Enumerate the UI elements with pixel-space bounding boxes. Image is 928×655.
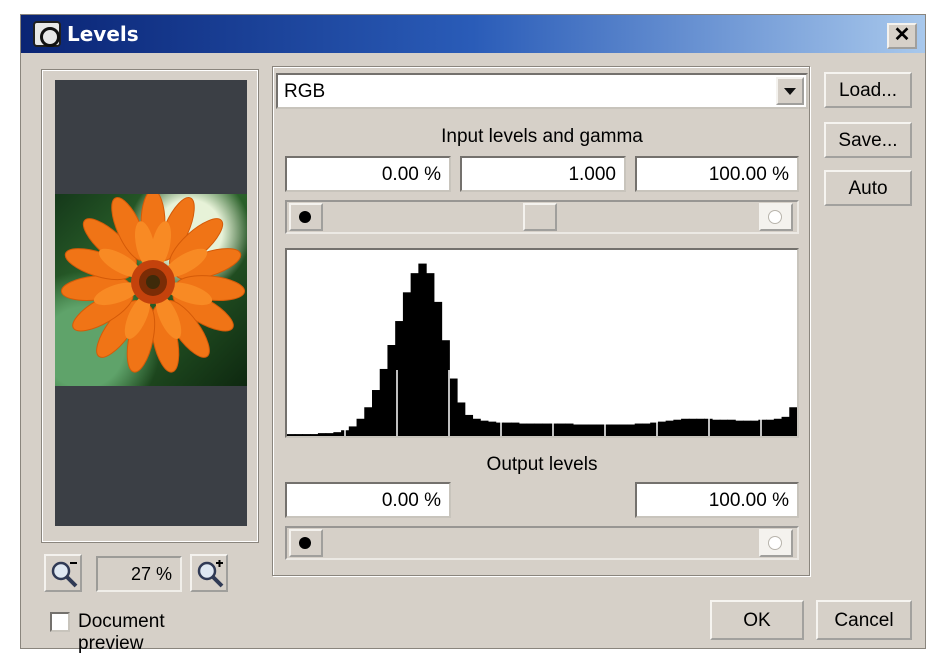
channel-select-value: RGB (284, 81, 326, 102)
input-gamma-field[interactable]: 1.000 (460, 156, 626, 192)
histogram-bin (565, 423, 574, 436)
histogram-bin (379, 368, 389, 436)
histogram-bin (325, 433, 334, 436)
preview-area (55, 80, 247, 526)
histogram-bin (750, 420, 759, 436)
output-black-handle[interactable] (289, 529, 323, 557)
histogram-bin (727, 419, 736, 436)
preview-image (55, 194, 247, 386)
histogram-bin (696, 418, 705, 436)
preview-frame (41, 69, 259, 543)
histogram-bin (542, 423, 551, 436)
save-button[interactable]: Save... (824, 122, 912, 158)
histogram-bin (789, 407, 797, 436)
cancel-button[interactable]: Cancel (816, 600, 912, 640)
input-levels-slider[interactable] (285, 200, 799, 234)
histogram-bin (472, 418, 481, 436)
output-levels-slider[interactable] (285, 526, 799, 560)
histogram-bin (317, 433, 327, 436)
histogram-bin (549, 423, 559, 436)
histogram-bin (588, 424, 597, 436)
histogram-bin (657, 421, 667, 436)
auto-button[interactable]: Auto (824, 170, 912, 206)
title-bar[interactable]: Levels ✕ (21, 15, 925, 53)
histogram-bin (634, 423, 644, 436)
output-black-field[interactable]: 0.00 % (285, 482, 451, 518)
zoom-out-icon (51, 561, 78, 588)
histogram-bin (611, 424, 620, 436)
histogram-bin (333, 432, 342, 436)
histogram-bin (526, 423, 535, 436)
histogram-bin (773, 418, 783, 436)
histogram-bin (673, 419, 682, 436)
load-button[interactable]: Load... (824, 72, 912, 108)
histogram (285, 248, 799, 438)
ok-button[interactable]: OK (710, 600, 804, 640)
histogram-bin (487, 421, 497, 436)
histogram-bin (534, 423, 543, 436)
histogram-bin (557, 423, 566, 436)
output-white-handle[interactable] (759, 529, 793, 557)
histogram-bin (518, 423, 528, 436)
app-icon (33, 21, 61, 47)
input-gamma-handle[interactable] (523, 203, 557, 231)
histogram-bin (742, 420, 752, 436)
input-black-field[interactable]: 0.00 % (285, 156, 451, 192)
histogram-bin (364, 407, 373, 436)
histogram-bin (294, 434, 304, 436)
input-white-field[interactable]: 100.00 % (635, 156, 799, 192)
histogram-bin (433, 301, 443, 436)
histogram-bin (464, 414, 474, 436)
zoom-in-icon (197, 560, 224, 588)
input-black-handle[interactable] (289, 203, 323, 231)
histogram-bin (449, 378, 458, 436)
histogram-bin (402, 292, 412, 436)
histogram-bin (503, 422, 512, 436)
histogram-bin (627, 424, 636, 436)
histogram-bin (665, 420, 674, 436)
histogram-bin (457, 402, 466, 436)
histogram-bin (348, 426, 358, 436)
histogram-bin (356, 418, 365, 436)
histogram-bin (480, 420, 489, 436)
close-button[interactable]: ✕ (887, 23, 917, 49)
histogram-bin (426, 273, 435, 436)
histogram-bin (596, 424, 605, 436)
output-white-field[interactable]: 100.00 % (635, 482, 799, 518)
zoom-level: 27 % (96, 556, 182, 592)
histogram-bin (781, 416, 790, 436)
histogram-bin (310, 434, 319, 436)
histogram-bin (410, 273, 419, 436)
channel-select[interactable]: RGB (276, 73, 808, 109)
input-white-handle[interactable] (759, 203, 793, 231)
dropdown-arrow-icon[interactable] (776, 77, 804, 105)
input-levels-label: Input levels and gamma (441, 126, 643, 147)
histogram-bin (372, 390, 381, 436)
window-title: Levels (67, 22, 139, 46)
histogram-bin (719, 419, 729, 436)
histogram-bin (758, 419, 767, 436)
histogram-bin (766, 419, 775, 436)
document-preview-label: Document preview (78, 611, 165, 654)
histogram-bin (572, 424, 582, 436)
histogram-bin (511, 422, 520, 436)
output-levels-label: Output levels (486, 454, 598, 475)
zoom-in-button[interactable] (190, 554, 228, 592)
document-preview-checkbox[interactable] (50, 612, 70, 632)
histogram-bin (642, 423, 651, 436)
histogram-plot (287, 263, 797, 436)
histogram-bin (287, 434, 296, 436)
close-icon: ✕ (893, 24, 911, 46)
histogram-bin (302, 434, 311, 436)
histogram-bin (681, 418, 690, 436)
histogram-bin (619, 424, 628, 436)
zoom-out-button[interactable] (44, 554, 82, 592)
histogram-bin (688, 418, 698, 436)
histogram-bin (712, 419, 721, 436)
histogram-bin (735, 420, 744, 436)
histogram-bin (387, 345, 396, 436)
histogram-bin (495, 422, 504, 436)
histogram-bin (418, 263, 427, 436)
histogram-bin (580, 424, 589, 436)
